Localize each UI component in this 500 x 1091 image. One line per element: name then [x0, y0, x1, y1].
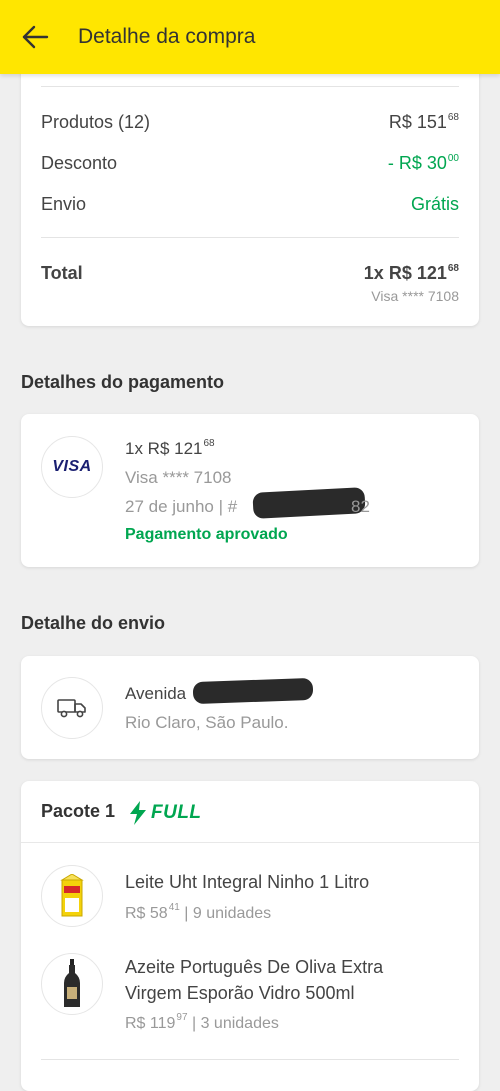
- divider: [41, 237, 459, 238]
- product-thumbnail[interactable]: [41, 865, 103, 927]
- shipping-section-title: Detalhe do envio: [21, 613, 166, 633]
- total-card-info: Visa **** 7108: [371, 288, 459, 304]
- visa-logo-icon: VISA: [41, 436, 103, 498]
- payment-status: Pagamento aprovado: [125, 526, 288, 543]
- product-price-qty: R$ 11997 | 3 unidades: [125, 1012, 279, 1032]
- truck-icon: [41, 677, 103, 739]
- payment-card-number: Visa **** 7108: [125, 468, 232, 487]
- product-name[interactable]: Leite Uht Integral Ninho 1 Litro: [125, 869, 369, 895]
- milk-carton-icon: [60, 874, 84, 917]
- redacted-address: [192, 677, 314, 705]
- full-badge-text: FULL: [151, 802, 202, 823]
- divider: [21, 842, 479, 843]
- shipping-label: Envio: [41, 194, 87, 214]
- discount-label: Desconto: [41, 153, 118, 173]
- back-button[interactable]: [18, 20, 52, 54]
- shipping-city: Rio Claro, São Paulo.: [125, 713, 289, 732]
- total-row: Total 1x R$ 12168: [41, 263, 459, 287]
- payment-id-suffix: 82: [351, 497, 370, 516]
- package-card: Pacote 1 FULL Leite Uht Integral Ninho 1…: [21, 781, 479, 1091]
- product-thumbnail[interactable]: [41, 953, 103, 1015]
- olive-oil-bottle-icon: [64, 959, 80, 1007]
- arrow-left-icon: [22, 25, 49, 49]
- products-value: R$ 15168: [388, 112, 459, 132]
- payment-amount: 1x R$ 12168: [125, 438, 215, 458]
- discount-value: - R$ 3000: [387, 153, 459, 173]
- top-app-bar: Detalhe da compra: [0, 0, 500, 74]
- product-name-line2[interactable]: Virgem Esporão Vidro 500ml: [125, 980, 354, 1006]
- products-label: Produtos (12): [41, 112, 151, 132]
- truck-glyph: [57, 699, 86, 718]
- lightning-icon: [130, 801, 146, 825]
- purchase-summary-card: Produtos (12) R$ 15168 Desconto - R$ 300…: [21, 60, 479, 326]
- shipping-card: Avenida Rio Claro, São Paulo.: [21, 656, 479, 759]
- shipping-row: Envio Grátis: [41, 194, 459, 218]
- products-row: Produtos (12) R$ 15168: [41, 112, 459, 136]
- discount-row: Desconto - R$ 3000: [41, 153, 459, 177]
- payment-date: 27 de junho | #: [125, 497, 238, 516]
- shipping-value: Grátis: [410, 194, 459, 214]
- total-label: Total: [41, 263, 83, 283]
- product-name[interactable]: Azeite Português De Oliva Extra: [125, 954, 383, 980]
- total-value: 1x R$ 12168: [363, 263, 459, 283]
- page-title: Detalhe da compra: [78, 25, 256, 48]
- shipping-address: Avenida: [125, 684, 187, 703]
- payment-section-title: Detalhes do pagamento: [21, 372, 225, 392]
- product-price-qty: R$ 5841 | 9 unidades: [125, 902, 272, 922]
- payment-card: VISA 1x R$ 12168 Visa **** 7108 27 de ju…: [21, 414, 479, 567]
- visa-brand-text: VISA: [52, 458, 92, 475]
- divider: [41, 86, 459, 87]
- redacted-operation-id: [252, 487, 366, 519]
- divider: [41, 1059, 459, 1060]
- package-title: Pacote 1: [41, 801, 116, 821]
- full-badge: FULL: [129, 800, 202, 826]
